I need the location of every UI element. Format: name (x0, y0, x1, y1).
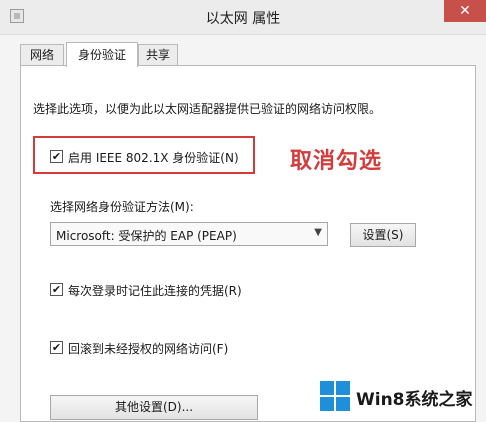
auth-method-value: Microsoft: 受保护的 EAP (PEAP) (56, 229, 237, 243)
fallback-label[interactable]: 回滚到未经授权的网络访问(F) (68, 340, 228, 357)
settings-button[interactable]: 设置(S) (350, 223, 416, 247)
description-text: 选择此选项，以便为此以太网适配器提供已验证的网络访问权限。 (33, 102, 382, 116)
enable-8021x-label[interactable]: 启用 IEEE 802.1X 身份验证(N) (68, 149, 239, 166)
title-bar: 以太网 属性 ✕ (0, 0, 486, 35)
annotation-text: 取消勾选 (290, 149, 383, 174)
auth-method-select[interactable]: Microsoft: 受保护的 EAP (PEAP) ▼ (50, 222, 328, 246)
watermark: Win8系统之家 (320, 377, 486, 413)
enable-8021x-checkbox[interactable]: ✔ (50, 150, 63, 163)
chevron-down-icon: ▼ (314, 227, 322, 238)
windows-logo-icon (320, 381, 350, 411)
auth-method-label: 选择网络身份验证方法(M): (50, 200, 194, 214)
tab-sharing[interactable]: 共享 (138, 44, 178, 65)
remember-credentials-label[interactable]: 每次登录时记住此连接的凭据(R) (68, 282, 242, 299)
window-title: 以太网 属性 (205, 11, 281, 27)
close-button[interactable]: ✕ (444, 0, 486, 22)
remember-credentials-checkbox[interactable]: ✔ (50, 283, 63, 296)
tab-network[interactable]: 网络 (20, 44, 64, 65)
watermark-text: Win8系统之家 (356, 390, 473, 410)
tab-authentication[interactable]: 身份验证 (66, 42, 138, 67)
other-settings-button[interactable]: 其他设置(D)... (50, 395, 258, 420)
fallback-checkbox[interactable]: ✔ (50, 341, 63, 354)
